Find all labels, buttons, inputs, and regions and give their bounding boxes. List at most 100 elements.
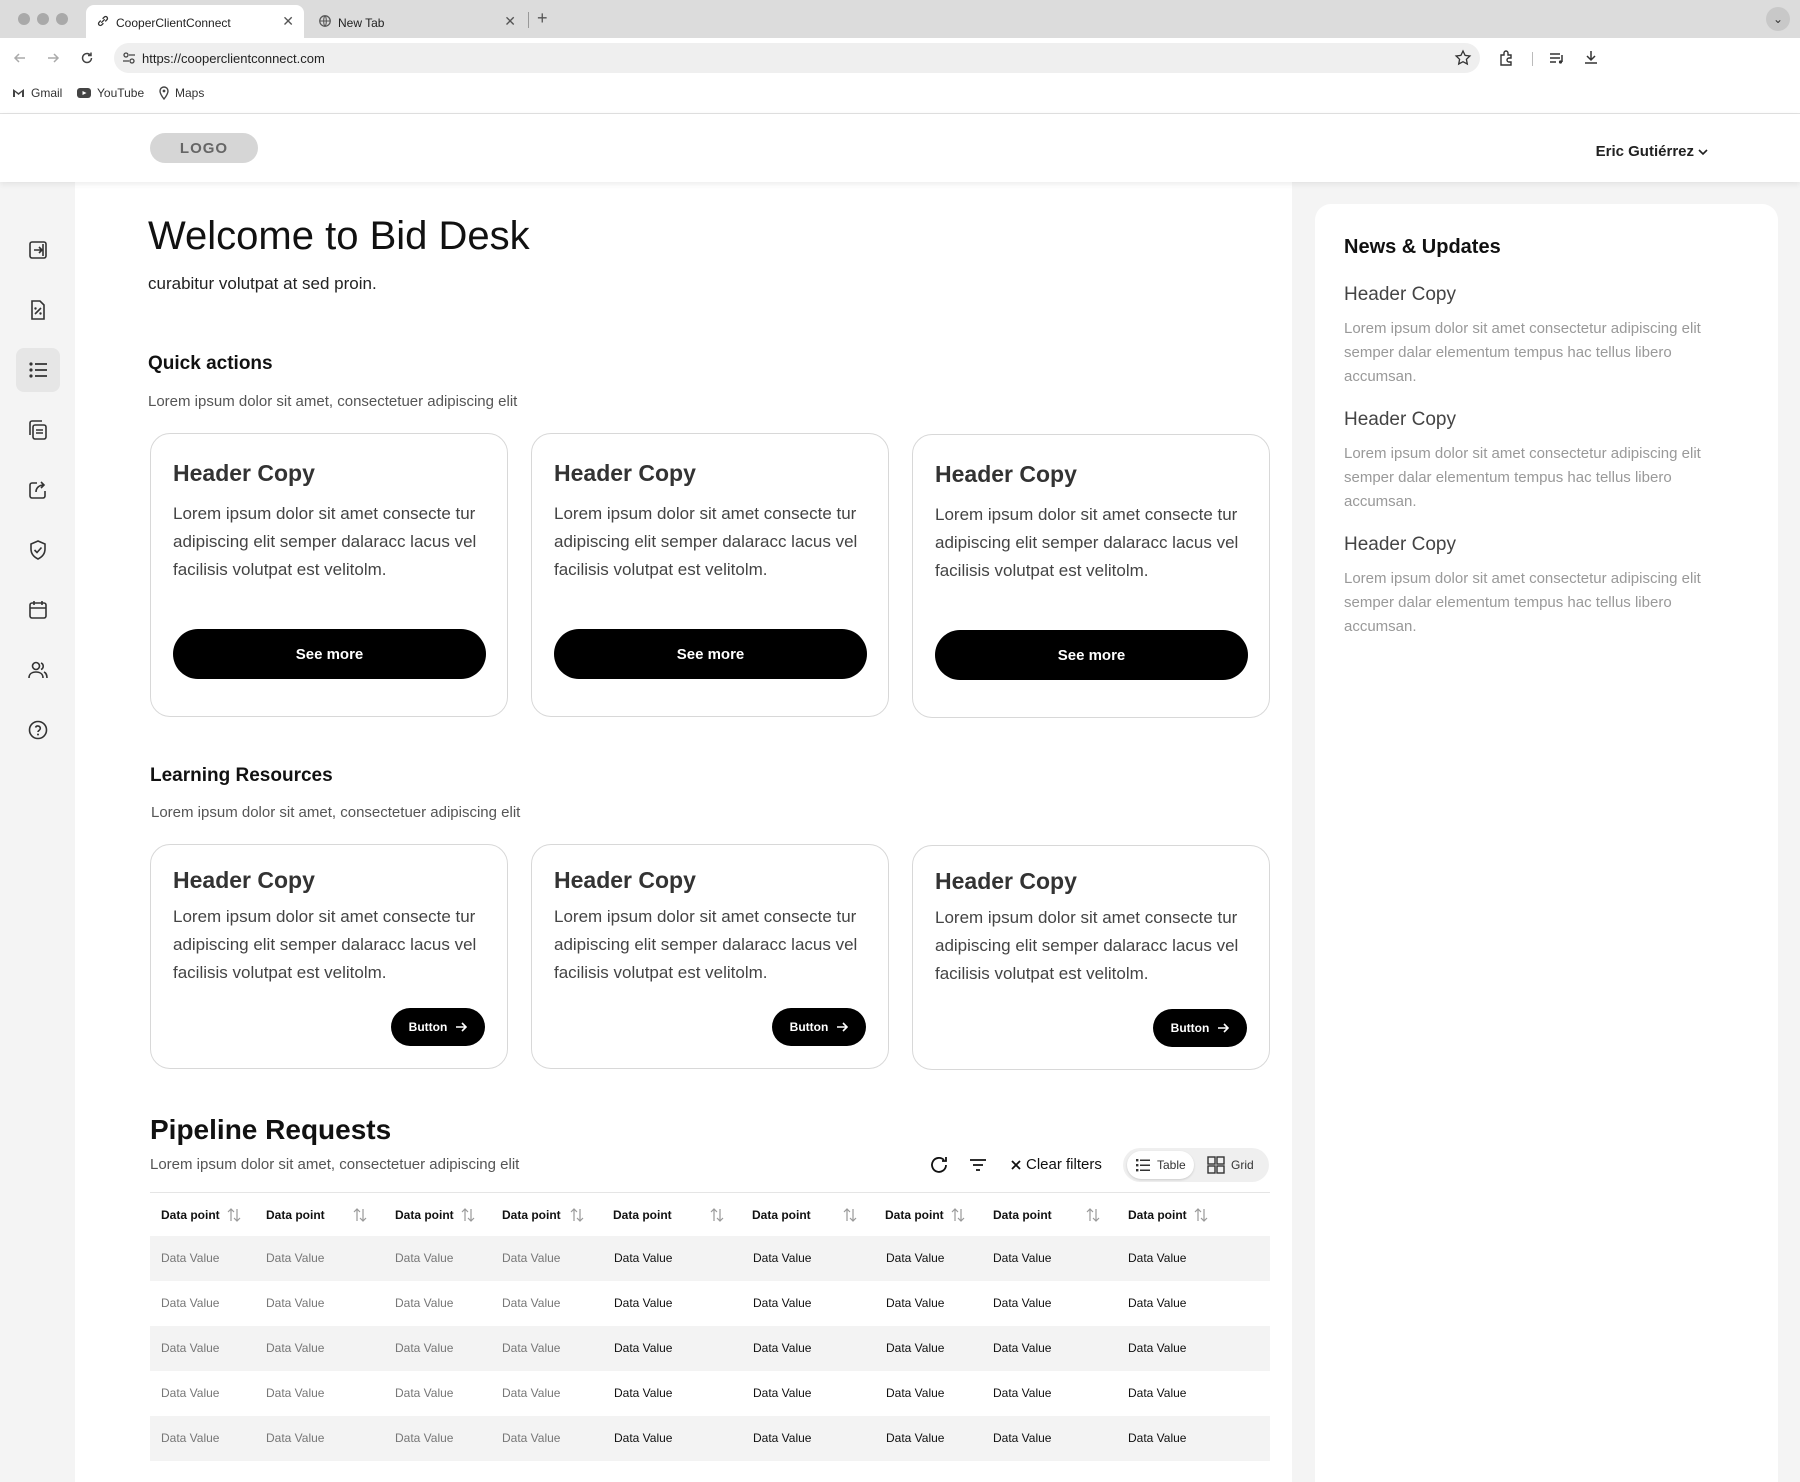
table-cell: Data Value [886, 1296, 945, 1310]
sidebar-item-sign-in[interactable] [16, 228, 60, 272]
tab-close-icon[interactable]: ✕ [282, 13, 294, 30]
filter-icon[interactable] [968, 1156, 988, 1179]
bookmark-gmail[interactable]: Gmail [12, 86, 62, 100]
table-cell: Data Value [993, 1251, 1052, 1265]
sidebar-item-security[interactable] [16, 528, 60, 572]
card-body: Lorem ipsum dolor sit amet consecte tur … [554, 504, 858, 579]
sidebar-item-pricing[interactable] [16, 288, 60, 332]
bookmark-label: YouTube [97, 86, 145, 100]
window-close-button[interactable] [18, 13, 30, 25]
sidebar-item-documents[interactable] [16, 408, 60, 452]
news-item-title[interactable]: Header Copy [1344, 409, 1456, 431]
sidebar-item-help[interactable] [16, 708, 60, 752]
reload-icon[interactable] [77, 48, 97, 68]
column-header[interactable]: Data point [1128, 1208, 1187, 1222]
column-header[interactable]: Data point [266, 1208, 325, 1222]
link-icon [97, 15, 109, 27]
globe-icon [319, 15, 331, 27]
copy-document-icon [29, 420, 47, 440]
card-body: Lorem ipsum dolor sit amet consecte tur … [554, 907, 858, 982]
table-cell: Data Value [614, 1431, 673, 1445]
tab-close-icon[interactable]: ✕ [504, 13, 516, 30]
bookmark-youtube[interactable]: YouTube [77, 86, 144, 100]
column-header[interactable]: Data point [885, 1208, 944, 1222]
table-cell: Data Value [614, 1251, 673, 1265]
table-row[interactable]: Data Value Data Value Data Value Data Value… [150, 1371, 1270, 1416]
page-subtitle: curabitur volutpat at sed proin. [148, 274, 377, 293]
site-settings-icon[interactable] [122, 51, 136, 65]
window-minimize-button[interactable] [37, 13, 49, 25]
sidebar-item-share[interactable] [16, 468, 60, 512]
table-cell: Data Value [266, 1251, 325, 1265]
pipeline-title: Pipeline Requests [150, 1114, 392, 1145]
column-header[interactable]: Data point [502, 1208, 561, 1222]
calendar-icon [29, 601, 47, 619]
column-header[interactable]: Data point [395, 1208, 454, 1222]
sort-icon[interactable] [353, 1207, 367, 1223]
sort-icon[interactable] [1194, 1207, 1208, 1223]
table-row[interactable]: Data Value Data Value Data Value Data Value… [150, 1416, 1270, 1461]
sort-icon[interactable] [227, 1207, 241, 1223]
back-arrow-icon[interactable] [10, 48, 30, 68]
see-more-button[interactable]: See more [554, 629, 867, 679]
forward-arrow-icon[interactable] [43, 48, 63, 68]
address-bar[interactable]: https://cooperclientconnect.com [114, 43, 1480, 73]
browser-tab-active[interactable]: CooperClientConnect ✕ [86, 5, 304, 38]
learning-button[interactable]: Button [1153, 1009, 1247, 1047]
column-header[interactable]: Data point [993, 1208, 1052, 1222]
sort-icon[interactable] [461, 1207, 475, 1223]
card-body: Lorem ipsum dolor sit amet consecte tur … [173, 907, 477, 982]
see-more-button[interactable]: See more [173, 629, 486, 679]
quick-action-card: Header Copy Lorem ipsum dolor sit amet c… [531, 433, 889, 717]
table-header: Data point Data point Data point Data po… [150, 1192, 1270, 1236]
table-cell: Data Value [886, 1341, 945, 1355]
see-more-button[interactable]: See more [935, 630, 1248, 680]
learning-button[interactable]: Button [772, 1008, 866, 1046]
user-menu[interactable]: Eric Gutiérrez [1596, 143, 1708, 160]
table-cell: Data Value [161, 1386, 220, 1400]
table-cell: Data Value [266, 1296, 325, 1310]
table-row[interactable]: Data Value Data Value Data Value Data Value… [150, 1326, 1270, 1371]
refresh-icon[interactable] [928, 1154, 950, 1181]
sort-icon[interactable] [710, 1207, 724, 1223]
table-cell: Data Value [395, 1386, 454, 1400]
bookmark-maps[interactable]: Maps [159, 86, 204, 100]
learning-resource-card: Header Copy Lorem ipsum dolor sit amet c… [531, 844, 889, 1069]
page-title: Welcome to Bid Desk [148, 214, 530, 258]
tab-separator [528, 12, 529, 28]
sidebar-item-users[interactable] [16, 648, 60, 692]
table-row[interactable]: Data Value Data Value Data Value Data Value… [150, 1281, 1270, 1326]
new-tab-button[interactable]: + [537, 8, 548, 29]
news-item-body: Lorem ipsum dolor sit amet consectetur a… [1344, 445, 1701, 510]
learning-resource-card: Header Copy Lorem ipsum dolor sit amet c… [150, 844, 508, 1069]
window-zoom-button[interactable] [56, 13, 68, 25]
sort-icon[interactable] [843, 1207, 857, 1223]
bookmark-label: Gmail [31, 86, 63, 100]
sidebar-item-list[interactable] [16, 348, 60, 392]
column-header[interactable]: Data point [613, 1208, 672, 1222]
extensions-puzzle-icon[interactable] [1497, 48, 1517, 68]
sort-icon[interactable] [951, 1207, 965, 1223]
clear-filters-button[interactable]: Clear filters [1010, 1156, 1102, 1173]
view-grid-label: Grid [1231, 1158, 1254, 1172]
download-icon[interactable] [1581, 48, 1601, 68]
view-table-option[interactable]: Table [1127, 1151, 1194, 1179]
view-grid-option[interactable]: Grid [1199, 1151, 1262, 1179]
tab-search-chevron-icon[interactable]: ⌄ [1766, 7, 1790, 31]
browser-tab[interactable]: New Tab ✕ [308, 5, 526, 38]
news-item-title[interactable]: Header Copy [1344, 534, 1456, 556]
sort-icon[interactable] [570, 1207, 584, 1223]
logo[interactable]: LOGO [150, 133, 258, 163]
table-row[interactable]: Data Value Data Value Data Value Data Value… [150, 1236, 1270, 1281]
sort-icon[interactable] [1086, 1207, 1100, 1223]
learning-button[interactable]: Button [391, 1008, 485, 1046]
bookmark-star-icon[interactable] [1454, 49, 1472, 67]
column-header[interactable]: Data point [161, 1208, 220, 1222]
close-icon [1011, 1159, 1021, 1170]
card-title: Header Copy [554, 460, 696, 486]
column-header[interactable]: Data point [752, 1208, 811, 1222]
table-cell: Data Value [161, 1296, 220, 1310]
news-item-title[interactable]: Header Copy [1344, 284, 1456, 306]
sidebar-item-calendar[interactable] [16, 588, 60, 632]
media-queue-icon[interactable] [1547, 48, 1567, 68]
